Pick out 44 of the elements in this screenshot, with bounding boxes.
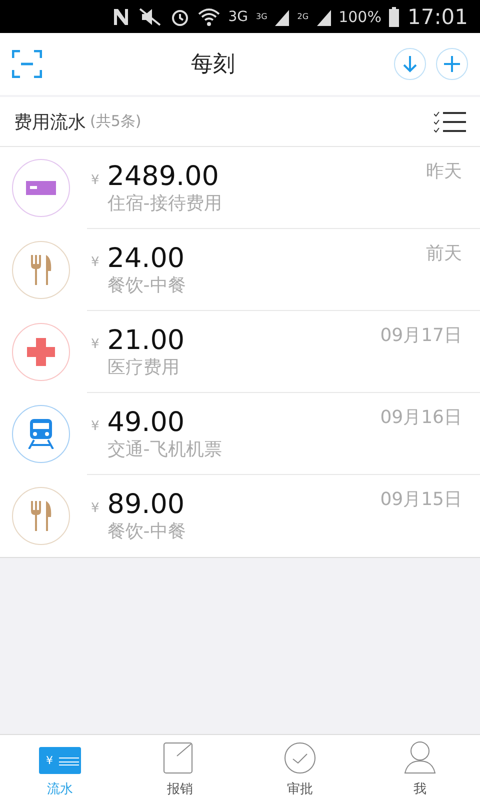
mute-icon <box>138 8 162 26</box>
download-icon <box>402 55 418 73</box>
scan-icon[interactable] <box>12 50 42 78</box>
wifi-icon <box>198 6 220 26</box>
plus-icon <box>443 55 461 73</box>
expense-category: 餐饮-中餐 <box>107 275 187 297</box>
expense-date: 昨天 <box>426 160 462 184</box>
currency-symbol: ¥ <box>91 501 100 516</box>
currency-symbol: ¥ <box>91 173 100 188</box>
currency-symbol: ¥ <box>91 255 100 270</box>
signal-icon <box>316 8 331 26</box>
receipt-icon: ¥ <box>39 747 81 774</box>
nav-tab[interactable]: 报销 <box>120 735 240 800</box>
section-title: 费用流水 <box>14 110 86 134</box>
expense-date: 09月17日 <box>380 324 462 348</box>
expense-category: 交通-飞机机票 <box>107 439 223 461</box>
add-button[interactable] <box>436 48 468 80</box>
record-count: (共5条) <box>90 112 142 131</box>
clock-time: 17:01 <box>407 4 468 28</box>
expense-amount: 21.00 <box>107 325 186 357</box>
expense-amount: 2489.00 <box>107 161 220 193</box>
download-button[interactable] <box>394 48 426 80</box>
expense-amount: 49.00 <box>107 407 186 439</box>
signal-label: 3G <box>256 12 268 21</box>
nav-tab[interactable]: 我 <box>360 735 480 800</box>
expense-category: 医疗费用 <box>107 357 180 379</box>
nfc-icon <box>112 6 130 26</box>
expense-category: 住宿-接待费用 <box>107 193 223 215</box>
battery-icon <box>389 6 400 26</box>
expense-date: 前天 <box>426 242 462 266</box>
currency-symbol: ¥ <box>91 419 100 434</box>
app-title: 每刻 <box>190 51 236 79</box>
expense-date: 09月15日 <box>380 488 462 512</box>
signal-icon <box>275 8 290 26</box>
checklist-icon[interactable] <box>434 110 466 132</box>
signal-label: 2G <box>297 12 309 21</box>
battery-percent: 100% <box>338 8 382 26</box>
network-label: 3G <box>228 8 248 24</box>
expense-amount: 89.00 <box>107 489 186 521</box>
expense-amount: 24.00 <box>107 243 186 275</box>
expense-category: 餐饮-中餐 <box>107 521 187 543</box>
nav-tab[interactable]: 审批 <box>240 735 360 800</box>
expense-date: 09月16日 <box>380 406 462 430</box>
currency-symbol: ¥ <box>91 337 100 352</box>
